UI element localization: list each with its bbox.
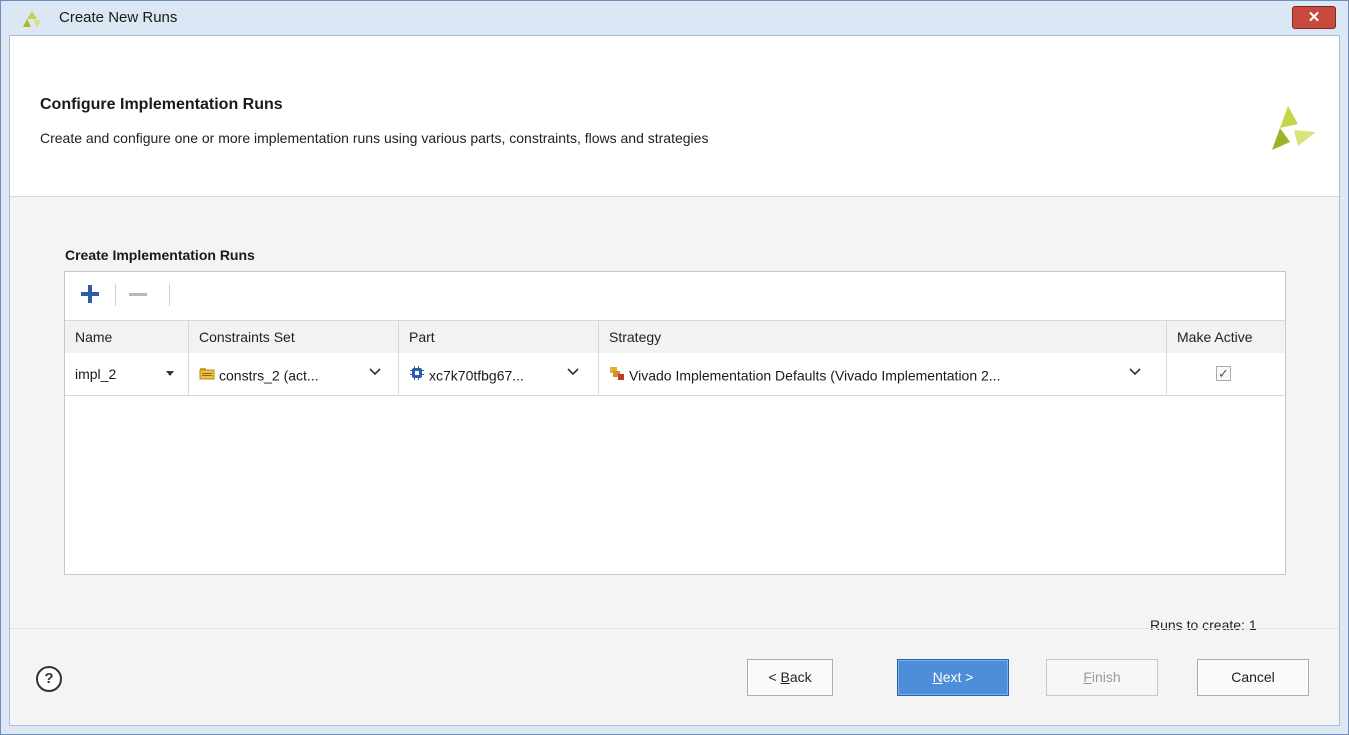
constraints-set-dropdown[interactable]: constrs_2 (act... bbox=[189, 353, 399, 395]
part-dropdown[interactable]: xc7k70tfbg67... bbox=[399, 353, 599, 395]
strategy-dropdown[interactable]: Vivado Implementation Defaults (Vivado I… bbox=[599, 353, 1167, 395]
chevron-down-icon[interactable] bbox=[567, 367, 579, 377]
wizard-header: Configure Implementation Runs Create and… bbox=[10, 36, 1339, 197]
constraints-set-value: constrs_2 (act... bbox=[219, 367, 319, 384]
toolbar-separator bbox=[115, 284, 116, 306]
xilinx-logo-icon bbox=[23, 11, 41, 27]
table-row[interactable]: impl_2 constrs_2 (act... xc7k70tfbg67...… bbox=[65, 353, 1285, 396]
runs-to-create: Runs to create: 1 bbox=[1150, 617, 1257, 633]
title-bar: Create New Runs ✕ bbox=[1, 1, 1348, 35]
dialog-content: Configure Implementation Runs Create and… bbox=[9, 35, 1340, 726]
run-name: impl_2 bbox=[75, 366, 117, 382]
page-description: Create and configure one or more impleme… bbox=[40, 130, 709, 146]
back-button[interactable]: < Back bbox=[747, 659, 833, 696]
column-header-make-active[interactable]: Make Active bbox=[1167, 321, 1285, 353]
finish-button[interactable]: Finish bbox=[1046, 659, 1158, 696]
window-title: Create New Runs bbox=[59, 9, 178, 26]
table-header: Name Constraints Set Part Strategy Make … bbox=[65, 320, 1285, 354]
close-icon: ✕ bbox=[1307, 9, 1321, 26]
table-toolbar bbox=[65, 272, 1285, 320]
column-header-strategy[interactable]: Strategy bbox=[599, 321, 1167, 353]
chevron-down-icon[interactable] bbox=[1129, 367, 1141, 377]
strategy-icon bbox=[610, 367, 624, 381]
caret-down-icon[interactable] bbox=[166, 371, 174, 376]
minus-icon[interactable] bbox=[127, 283, 149, 305]
help-button[interactable]: ? bbox=[36, 666, 62, 692]
make-active-cell: ✓ bbox=[1167, 353, 1285, 395]
column-header-constraints-set[interactable]: Constraints Set bbox=[189, 321, 399, 353]
help-icon: ? bbox=[44, 670, 54, 687]
column-header-name[interactable]: Name bbox=[65, 321, 189, 353]
column-header-part[interactable]: Part bbox=[399, 321, 599, 353]
close-button[interactable]: ✕ bbox=[1292, 6, 1336, 29]
name-cell[interactable]: impl_2 bbox=[65, 353, 189, 395]
wizard-body: Create Implementation Runs Name Constrai… bbox=[10, 197, 1339, 725]
chip-icon bbox=[410, 366, 424, 381]
runs-table: Name Constraints Set Part Strategy Make … bbox=[64, 271, 1286, 575]
check-icon: ✓ bbox=[1218, 366, 1229, 381]
next-button[interactable]: Next > bbox=[897, 659, 1009, 696]
page-title: Configure Implementation Runs bbox=[40, 96, 283, 113]
plus-icon[interactable] bbox=[79, 283, 101, 305]
toolbar-separator bbox=[169, 284, 170, 306]
part-value: xc7k70tfbg67... bbox=[429, 367, 524, 384]
create-new-runs-dialog: Create New Runs ✕ Configure Implementati… bbox=[0, 0, 1349, 735]
cancel-button[interactable]: Cancel bbox=[1197, 659, 1309, 696]
folder-icon bbox=[199, 368, 215, 380]
xilinx-logo-icon bbox=[1272, 106, 1316, 150]
section-label: Create Implementation Runs bbox=[65, 247, 255, 263]
strategy-value: Vivado Implementation Defaults (Vivado I… bbox=[629, 367, 1001, 384]
divider bbox=[10, 628, 1339, 629]
make-active-checkbox[interactable]: ✓ bbox=[1216, 366, 1231, 381]
chevron-down-icon[interactable] bbox=[369, 367, 381, 377]
